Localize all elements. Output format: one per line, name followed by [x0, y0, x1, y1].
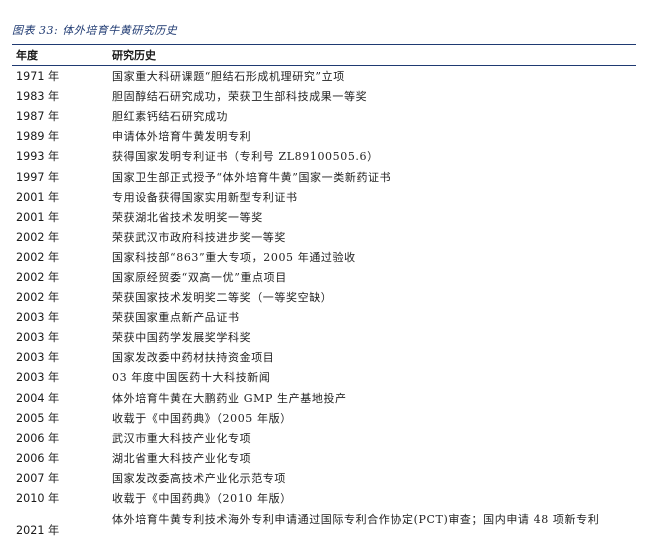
row-history: 收载于《中国药典》（2005 年版）: [112, 411, 292, 425]
row-history: 胆红素钙结石研究成功: [112, 110, 228, 124]
table-row: 1993 年 获得国家发明专利证书（专利号 ZL89100505.6）: [12, 146, 636, 166]
row-history: 武汉市重大科技产业化专项: [112, 431, 252, 445]
row-history: 国家重大科研课题“胆结石形成机理研究”立项: [112, 70, 345, 84]
row-history: 胆固醇结石研究成功，荣获卫生部科技成果一等奖: [112, 90, 368, 104]
row-history: 国家原经贸委“双高一优”重点项目: [112, 270, 287, 284]
row-year: 2003 年: [16, 371, 60, 385]
table-row: 2002 年 国家原经贸委“双高一优”重点项目: [12, 267, 636, 287]
table-row: 2003 年 荣获国家重点新产品证书: [12, 307, 636, 327]
row-history: 荣获湖北省技术发明奖一等奖: [112, 210, 263, 224]
row-year: 2002 年: [16, 270, 60, 284]
row-year: 2005 年: [16, 411, 60, 425]
row-year: 2006 年: [16, 451, 60, 465]
row-year: 2007 年: [16, 471, 60, 485]
row-history: 体外培育牛黄在大鹏药业 GMP 生产基地投产: [112, 391, 347, 405]
row-history: 荣获中国药学发展奖学科奖: [112, 331, 252, 345]
table-row: 1987 年 胆红素钙结石研究成功: [12, 106, 636, 126]
table-row: 2002 年 荣获武汉市政府科技进步奖一等奖: [12, 227, 636, 247]
row-year: 2002 年: [16, 291, 60, 305]
row-history: 体外培育牛黄专利技术海外专利申请通过国际专利合作协定(PCT)审查；国内申请 4…: [112, 513, 600, 527]
row-history: 获得国家发明专利证书（专利号 ZL89100505.6）: [112, 150, 379, 164]
history-table: 年度 研究历史 1971 年 国家重大科研课题“胆结石形成机理研究”立项 1983 …: [12, 44, 636, 548]
row-year: 1989 年: [16, 130, 60, 144]
table-row: 2006 年 湖北省重大科技产业化专项: [12, 448, 636, 468]
row-year: 2001 年: [16, 190, 60, 204]
table-row: 2001 年 荣获湖北省技术发明奖一等奖: [12, 207, 636, 227]
row-history: 荣获国家技术发明奖二等奖（一等奖空缺）: [112, 291, 333, 305]
row-history: 收载于《中国药典》（2010 年版）: [112, 492, 292, 506]
table-header: 年度 研究历史: [12, 44, 636, 66]
row-year: 2002 年: [16, 230, 60, 244]
table-row: 2001 年 专用设备获得国家实用新型专利证书: [12, 187, 636, 207]
row-history: 国家发改委中药材扶持资金项目: [112, 351, 275, 365]
table-row: 1983 年 胆固醇结石研究成功，荣获卫生部科技成果一等奖: [12, 86, 636, 106]
table-row: 1997 年 国家卫生部正式授予“体外培育牛黄”国家一类新药证书: [12, 166, 636, 186]
row-history: 国家卫生部正式授予“体外培育牛黄”国家一类新药证书: [112, 170, 392, 184]
table-row: 2006 年 武汉市重大科技产业化专项: [12, 428, 636, 448]
row-history: 荣获武汉市政府科技进步奖一等奖: [112, 230, 286, 244]
row-history: 荣获国家重点新产品证书: [112, 311, 240, 325]
table-row: 2002 年 荣获国家技术发明奖二等奖（一等奖空缺）: [12, 287, 636, 307]
table-row: 2004 年 体外培育牛黄在大鹏药业 GMP 生产基地投产: [12, 388, 636, 408]
row-year: 1983 年: [16, 90, 60, 104]
table-row: 2021 年 体外培育牛黄专利技术海外专利申请通过国际专利合作协定(PCT)审查；…: [12, 508, 636, 548]
table-row: 2003 年 国家发改委中药材扶持资金项目: [12, 347, 636, 367]
row-year: 2003 年: [16, 351, 60, 365]
header-history: 研究历史: [112, 49, 156, 62]
row-year: 2003 年: [16, 311, 60, 325]
row-history: 湖北省重大科技产业化专项: [112, 451, 252, 465]
row-year: 1997 年: [16, 170, 60, 184]
row-year: 2002 年: [16, 250, 60, 264]
table-row: 2010 年 收载于《中国药典》（2010 年版）: [12, 488, 636, 508]
table-row: 2007 年 国家发改委高技术产业化示范专项: [12, 468, 636, 488]
row-year: 2004 年: [16, 391, 60, 405]
table-row: 2002 年 国家科技部“863”重大专项，2005 年通过验收: [12, 247, 636, 267]
table-body: 1971 年 国家重大科研课题“胆结石形成机理研究”立项 1983 年 胆固醇结石研究…: [12, 66, 636, 548]
row-history: 国家科技部“863”重大专项，2005 年通过验收: [112, 250, 356, 264]
table-row: 1989 年 申请体外培育牛黄发明专利: [12, 126, 636, 146]
row-year: 2001 年: [16, 210, 60, 224]
row-history: 03 年度中国医药十大科技新闻: [112, 371, 271, 385]
table-row: 2003 年 荣获中国药学发展奖学科奖: [12, 327, 636, 347]
row-year: 1987 年: [16, 110, 60, 124]
row-year: 1971 年: [16, 70, 60, 84]
row-history: 国家发改委高技术产业化示范专项: [112, 471, 286, 485]
row-year: 2006 年: [16, 431, 60, 445]
header-year: 年度: [16, 49, 38, 62]
row-year: 2003 年: [16, 331, 60, 345]
row-history: 申请体外培育牛黄发明专利: [112, 130, 252, 144]
table-row: 1971 年 国家重大科研课题“胆结石形成机理研究”立项: [12, 66, 636, 86]
row-history: 专用设备获得国家实用新型专利证书: [112, 190, 298, 204]
table-row: 2005 年 收载于《中国药典》（2005 年版）: [12, 408, 636, 428]
figure-caption: 图表 33: 体外培育牛黄研究历史: [12, 24, 178, 37]
row-year: 2021 年: [16, 524, 60, 538]
row-year: 1993 年: [16, 150, 60, 164]
row-year: 2010 年: [16, 492, 60, 506]
table-row: 2003 年 03 年度中国医药十大科技新闻: [12, 367, 636, 387]
